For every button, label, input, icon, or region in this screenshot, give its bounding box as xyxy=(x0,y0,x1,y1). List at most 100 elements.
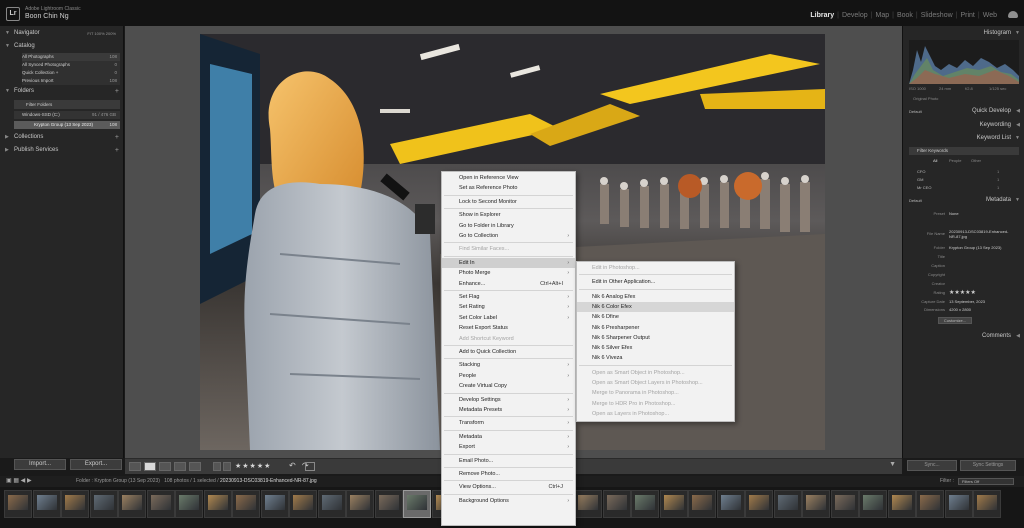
menu-item-people[interactable]: People › xyxy=(442,371,575,381)
metadata-header[interactable]: Metadata ▼ xyxy=(903,195,1024,206)
add-publish-service-icon[interactable]: + xyxy=(115,145,119,156)
filmstrip-thumbnail[interactable] xyxy=(374,490,403,518)
compare-view-button[interactable] xyxy=(159,462,171,471)
filmstrip-thumbnail[interactable] xyxy=(146,490,175,518)
module-develop[interactable]: Develop xyxy=(839,12,871,19)
submenu-item-nik-6-silver-efex[interactable]: Nik 6 Silver Efex xyxy=(577,343,734,353)
menu-item-edit-in[interactable]: Edit In › xyxy=(442,257,575,268)
quick-develop-header[interactable]: Quick Develop ◀ xyxy=(903,106,1024,117)
flag-pick-icon[interactable] xyxy=(213,462,221,471)
module-book[interactable]: Book xyxy=(894,12,916,19)
filmstrip-thumbnail[interactable] xyxy=(944,490,973,518)
submenu-item-nik-6-presharpener[interactable]: Nik 6 Presharpener xyxy=(577,323,734,333)
menu-item-set-flag[interactable]: Set Flag › xyxy=(442,292,575,302)
menu-item-background-options[interactable]: Background Options › xyxy=(442,496,575,506)
menu-item-add-to-quick-collection[interactable]: Add to Quick Collection xyxy=(442,347,575,357)
filmstrip-thumbnail[interactable] xyxy=(403,490,431,518)
filmstrip-thumbnail[interactable] xyxy=(4,490,32,518)
histogram-header[interactable]: Histogram ▼ xyxy=(903,28,1024,39)
menu-item-photo-merge[interactable]: Photo Merge › xyxy=(442,268,575,278)
add-folder-icon[interactable]: + xyxy=(115,86,119,97)
menu-item-metadata-presets[interactable]: Metadata Presets › xyxy=(442,405,575,415)
module-print[interactable]: Print xyxy=(957,12,977,19)
menu-item-view-options[interactable]: View Options... Ctrl+J xyxy=(442,482,575,492)
add-collection-icon[interactable]: + xyxy=(115,132,119,143)
info-overlay-icon[interactable] xyxy=(305,462,315,471)
filmstrip-thumbnail[interactable] xyxy=(346,490,374,518)
folder-row[interactable]: Krypton Group (13 Sep 2023) 108 xyxy=(14,121,120,129)
keywording-header[interactable]: Keywording ◀ xyxy=(903,120,1024,131)
catalog-item-quick-collection[interactable]: Quick Collection + 0 xyxy=(22,69,120,77)
sync-metadata-button[interactable]: Sync... xyxy=(907,460,957,471)
menu-item-metadata[interactable]: Metadata › xyxy=(442,432,575,442)
keyword-list-header[interactable]: Keyword List ▼ xyxy=(903,133,1024,144)
filmstrip-thumbnail[interactable] xyxy=(916,490,944,518)
filmstrip-thumbnail[interactable] xyxy=(574,490,602,518)
flag-reject-icon[interactable] xyxy=(223,462,231,471)
cloud-sync-icon[interactable] xyxy=(1008,11,1018,18)
menu-item-set-rating[interactable]: Set Rating › xyxy=(442,302,575,312)
keyword-item[interactable]: Mr CEO 1 xyxy=(917,185,999,190)
filmstrip-thumbnail[interactable] xyxy=(175,490,203,518)
module-web[interactable]: Web xyxy=(980,12,1000,19)
catalog-header[interactable]: ▼ Catalog xyxy=(0,41,124,52)
filmstrip-thumbnail[interactable] xyxy=(89,490,118,518)
metadata-filename-value[interactable]: 20230913-DSC03819-Enhanced-NR-87.jpg xyxy=(949,229,1013,239)
filter-keywords-input[interactable]: Filter Keywords xyxy=(909,147,1019,155)
sync-settings-button[interactable]: Sync Settings xyxy=(960,460,1016,471)
keyword-item[interactable]: CFO 1 xyxy=(917,169,999,174)
filmstrip-thumbnail[interactable] xyxy=(745,490,773,518)
filmstrip-thumbnail[interactable] xyxy=(887,490,916,518)
survey-view-button[interactable] xyxy=(174,462,186,471)
catalog-item-all-synced[interactable]: All Synced Photographs 0 xyxy=(22,61,120,69)
filmstrip-thumbnail[interactable] xyxy=(688,490,716,518)
catalog-item-previous-import[interactable]: Previous Import 108 xyxy=(22,77,120,85)
keyword-tab-people[interactable]: People xyxy=(949,158,961,163)
keyword-tab-all[interactable]: All xyxy=(933,158,937,163)
menu-item-create-virtual-copy[interactable]: Create Virtual Copy xyxy=(442,381,575,391)
keyword-tab-other[interactable]: Other xyxy=(971,158,981,163)
loupe-view-button[interactable] xyxy=(144,462,156,471)
collections-header[interactable]: ▶ Collections + xyxy=(0,132,124,143)
import-button[interactable]: Import... xyxy=(14,459,66,470)
filmstrip-thumbnail[interactable] xyxy=(631,490,659,518)
menu-item-lock-to-second-monitor[interactable]: Lock to Second Monitor xyxy=(442,197,575,207)
folders-header[interactable]: ▼ Folders + xyxy=(0,86,124,97)
filmstrip-thumbnail[interactable] xyxy=(61,490,89,518)
keyword-item[interactable]: GM 1 xyxy=(917,177,999,182)
submenu-item-nik-6-sharpener-output[interactable]: Nik 6 Sharpener Output xyxy=(577,333,734,343)
menu-item-stacking[interactable]: Stacking › xyxy=(442,360,575,370)
catalog-item-all-photographs[interactable]: All Photographs 108 xyxy=(22,53,120,61)
filmstrip-thumbnail[interactable] xyxy=(859,490,887,518)
toolbar-content-chevron-icon[interactable]: ▼ xyxy=(889,461,896,468)
menu-item-set-color-label[interactable]: Set Color Label › xyxy=(442,313,575,323)
menu-item-export[interactable]: Export › xyxy=(442,442,575,452)
filmstrip-thumbnail[interactable] xyxy=(317,490,346,518)
grid-view-button[interactable] xyxy=(129,462,141,471)
filmstrip-thumbnail[interactable] xyxy=(118,490,146,518)
filmstrip-navigation-icons[interactable]: ▣ ▦ ◀ ▶ xyxy=(6,476,32,487)
module-library[interactable]: Library xyxy=(807,12,837,19)
menu-item-go-to-collection[interactable]: Go to Collection › xyxy=(442,231,575,241)
filmstrip-thumbnail[interactable] xyxy=(802,490,830,518)
filmstrip-thumbnail[interactable] xyxy=(659,490,688,518)
submenu-item-nik-6-viveza[interactable]: Nik 6 Viveza xyxy=(577,353,734,363)
menu-item-open-in-reference-view[interactable]: Open in Reference View xyxy=(442,173,575,183)
menu-item-go-to-folder-in-library[interactable]: Go to Folder in Library xyxy=(442,221,575,231)
module-map[interactable]: Map xyxy=(872,12,892,19)
navigator-header[interactable]: ▼ Navigator FIT 100% 200% xyxy=(0,28,124,39)
rating-stars[interactable]: ★★★★★ xyxy=(235,462,271,470)
filmstrip-thumbnail[interactable] xyxy=(830,490,859,518)
menu-item-remove-photo[interactable]: Remove Photo... xyxy=(442,469,575,479)
comments-header[interactable]: Comments ◀ xyxy=(903,331,1024,342)
menu-item-show-in-explorer[interactable]: Show in Explorer xyxy=(442,210,575,220)
filter-select[interactable]: Filters Off xyxy=(958,478,1014,485)
filmstrip-thumbnail[interactable] xyxy=(260,490,289,518)
rotate-left-icon[interactable]: ↶ xyxy=(289,461,296,470)
submenu-item-nik-6-dfine[interactable]: Nik 6 Dfine xyxy=(577,312,734,322)
filter-folders-input[interactable]: Filter Folders xyxy=(14,100,120,109)
module-slideshow[interactable]: Slideshow xyxy=(918,12,956,19)
menu-item-develop-settings[interactable]: Develop Settings › xyxy=(442,395,575,405)
people-view-button[interactable] xyxy=(189,462,201,471)
filmstrip-source-path[interactable]: Folder : Krypton Group (13 Sep 2023) 108… xyxy=(76,476,317,487)
